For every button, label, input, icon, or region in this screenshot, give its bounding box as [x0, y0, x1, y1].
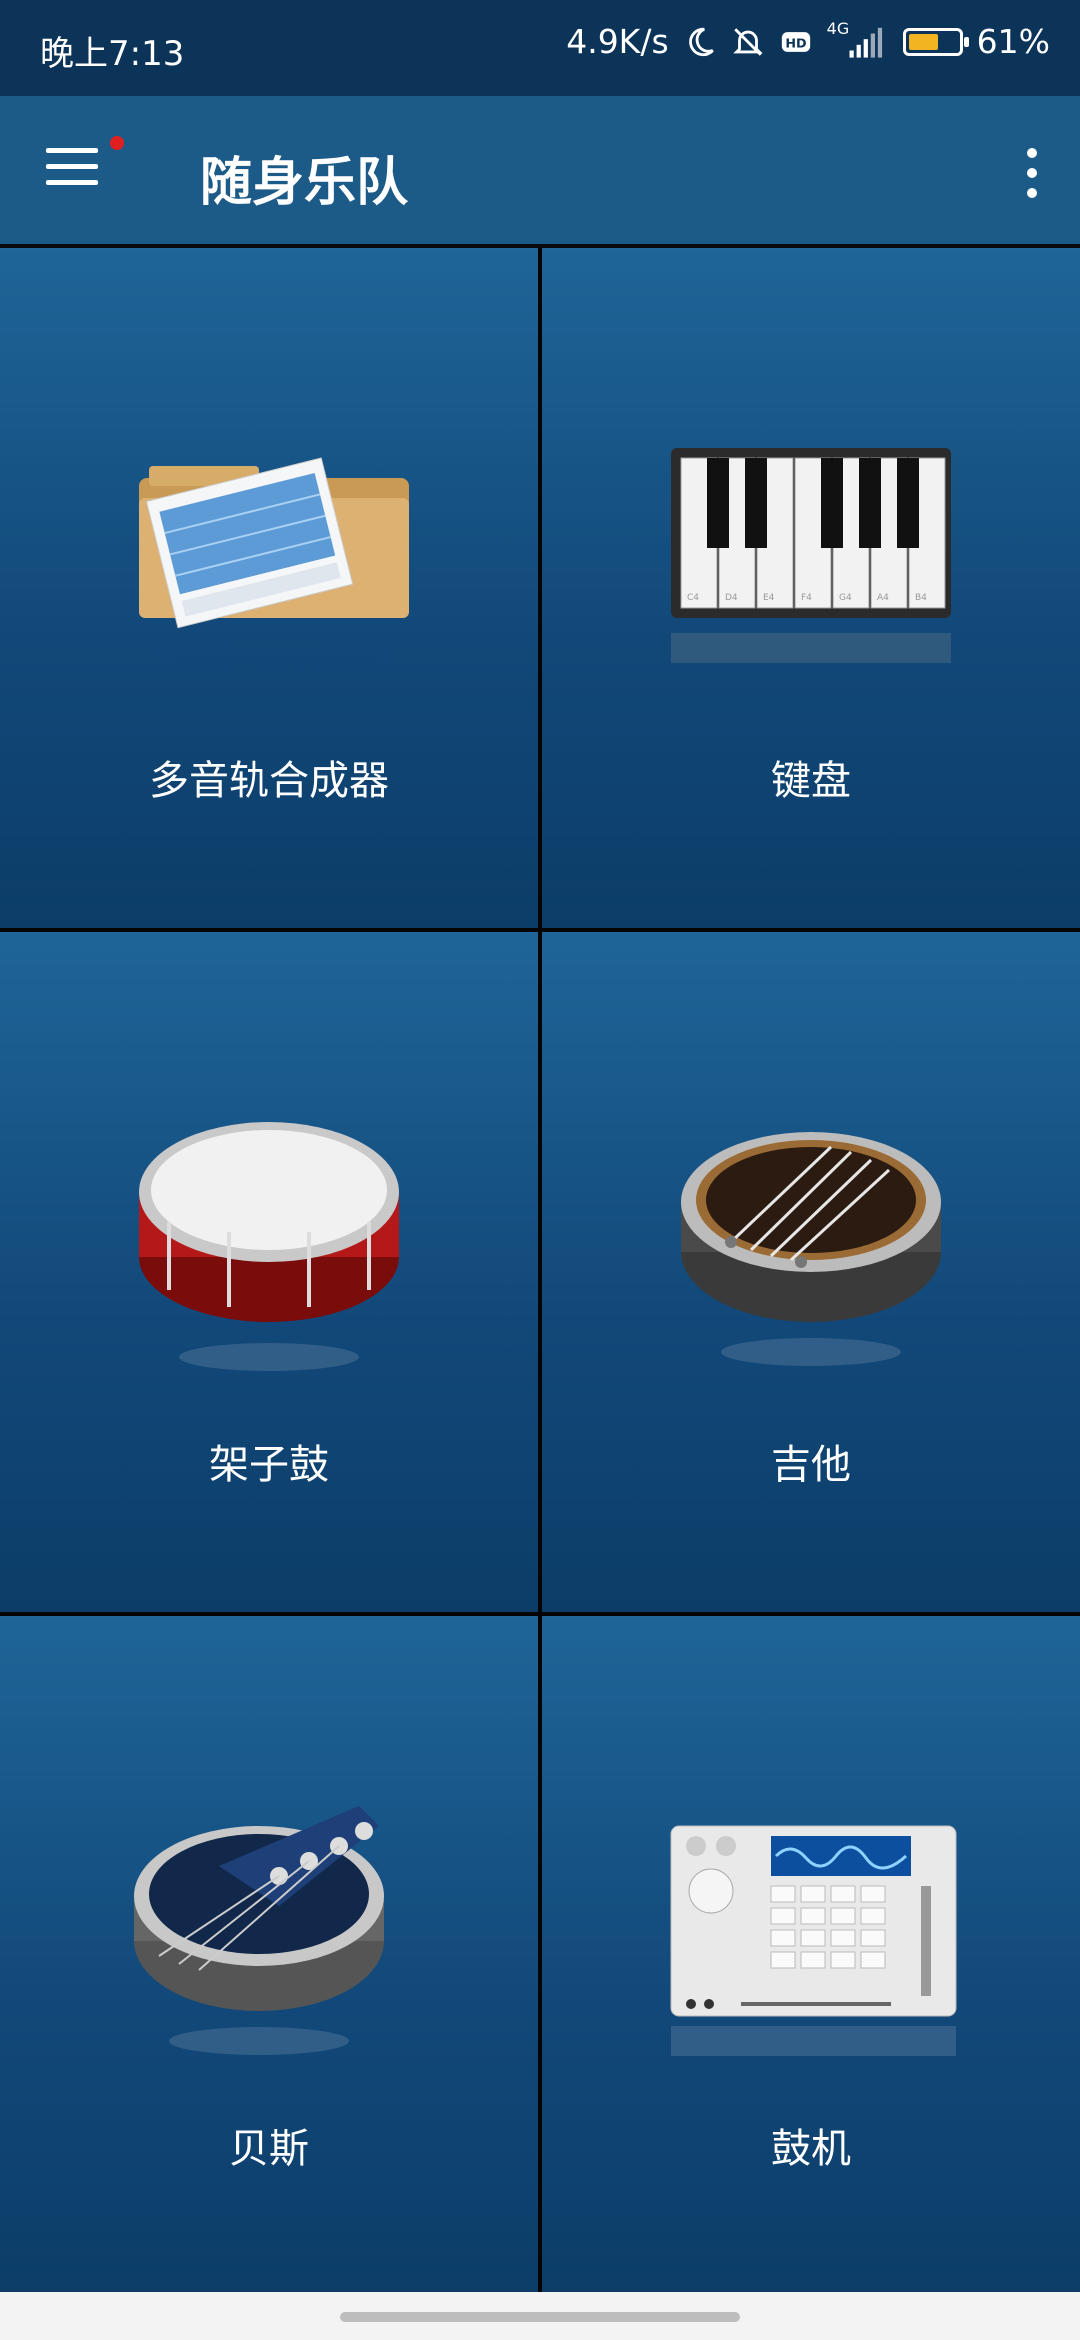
key-label-e4: E4	[763, 593, 775, 603]
instrument-label: 架子鼓	[209, 1442, 329, 1488]
instrument-label: 吉他	[771, 1442, 851, 1488]
drum-machine-icon	[651, 1786, 971, 2066]
status-icons: 4.9K/s HD 4G 61%	[566, 19, 1050, 62]
status-time: 晚上7:13	[40, 34, 185, 74]
signal-type-label: 4G	[826, 18, 850, 38]
home-indicator[interactable]	[340, 2312, 740, 2322]
signal-icon: 4G	[827, 19, 889, 59]
key-label-c4: C4	[687, 593, 699, 603]
guitar-icon	[651, 1102, 971, 1382]
multitrack-sequencer-icon	[109, 418, 429, 698]
instrument-tile-multitrack[interactable]: 多音轨合成器	[0, 248, 538, 928]
drum-kit-icon	[109, 1102, 429, 1382]
instrument-label: 贝斯	[229, 2126, 309, 2172]
key-label-f4: F4	[801, 593, 812, 603]
key-label-g4: G4	[839, 593, 852, 603]
more-vert-icon[interactable]	[1024, 148, 1040, 198]
app-bar: 随身乐队	[0, 96, 1080, 248]
battery-percent: 61%	[976, 22, 1050, 61]
instrument-tile-bass[interactable]: 贝斯	[0, 1616, 538, 2296]
battery-icon	[902, 27, 969, 56]
mute-bell-icon	[731, 25, 765, 59]
hd-icon: HD	[779, 25, 813, 59]
instrument-tile-drum-machine[interactable]: 鼓机	[542, 1616, 1080, 2296]
instrument-label: 多音轨合成器	[149, 758, 389, 804]
instrument-tile-keyboard[interactable]: C4 D4 E4 F4 G4 A4 B4 键盘	[542, 248, 1080, 928]
svg-text:HD: HD	[785, 36, 806, 51]
instrument-label: 鼓机	[771, 2126, 851, 2172]
key-label-b4: B4	[915, 593, 927, 603]
instrument-tile-drums[interactable]: 架子鼓	[0, 932, 538, 1612]
instrument-grid: 多音轨合成器 C4 D4 E4 F4 G4 A4 B4 键盘 架子鼓 吉他 贝斯…	[0, 248, 1080, 2296]
key-label-d4: D4	[725, 593, 738, 603]
instrument-tile-guitar[interactable]: 吉他	[542, 932, 1080, 1612]
piano-keyboard-icon: C4 D4 E4 F4 G4 A4 B4	[651, 418, 971, 698]
instrument-label: 键盘	[771, 758, 851, 804]
bass-icon	[109, 1786, 429, 2066]
notification-dot	[110, 136, 124, 150]
network-speed: 4.9K/s	[566, 22, 669, 61]
status-bar: 晚上7:13 4.9K/s HD 4G 61%	[0, 0, 1080, 96]
moon-icon	[683, 25, 717, 59]
app-title: 随身乐队	[200, 153, 409, 213]
key-label-a4: A4	[877, 593, 889, 603]
hamburger-menu-icon[interactable]	[46, 148, 104, 194]
battery-fill	[908, 33, 938, 50]
